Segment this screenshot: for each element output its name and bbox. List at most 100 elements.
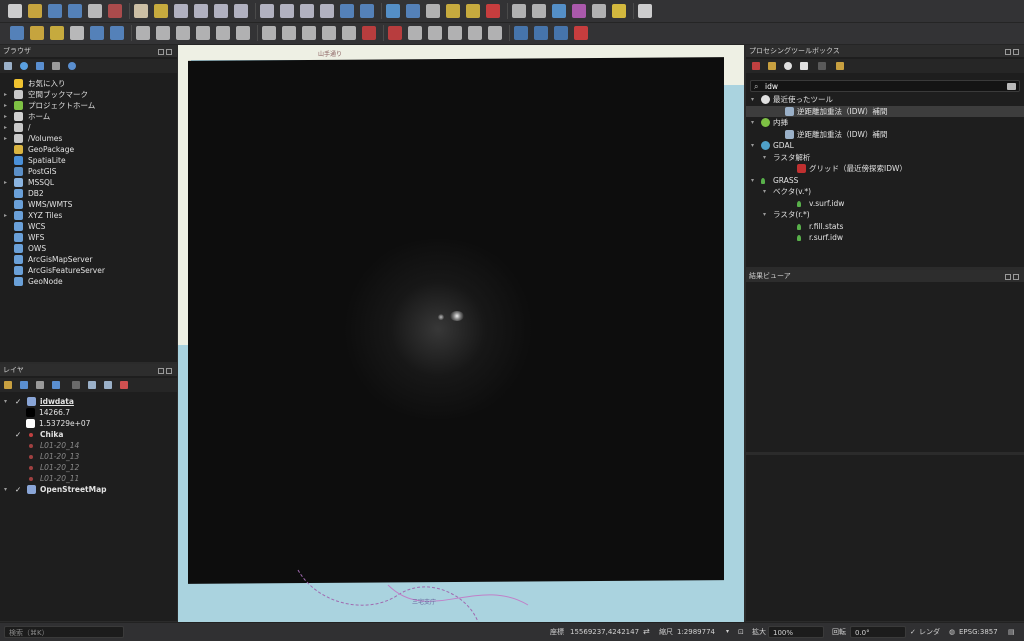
expand-arrow-icon[interactable]: ▾ [763,152,766,163]
layer-item[interactable]: ▾ ✓ idwdata [0,396,177,407]
float-icon[interactable] [158,49,164,55]
browser-item[interactable]: ▸ / [0,122,177,133]
panel-controls[interactable] [1003,272,1021,280]
processing-item[interactable]: r.surf.idw [746,232,1024,243]
plugin-icon[interactable] [534,26,548,40]
statistics-icon[interactable] [572,4,586,18]
print-layout-icon[interactable] [88,4,102,18]
panel-controls[interactable] [1003,47,1021,55]
undo-icon[interactable] [302,26,316,40]
browser-item[interactable]: WMS/WMTS [0,199,177,210]
edit-features-icon[interactable] [818,62,826,70]
layer-item[interactable]: L01-20_13 [0,451,177,462]
browser-item[interactable]: ▸ MSSQL [0,177,177,188]
zoom-selection-icon[interactable] [234,4,248,18]
browser-item[interactable]: ▸ ホーム [0,111,177,122]
layer-item[interactable]: ▾ ✓ OpenStreetMap [0,484,177,495]
options-icon[interactable] [836,62,844,70]
zoom-last-icon[interactable] [300,4,314,18]
layer-item[interactable]: ✓ Chika [0,429,177,440]
refresh-icon[interactable] [20,62,28,70]
digitize-icon[interactable] [50,26,64,40]
layer-visibility-checkbox[interactable]: ✓ [15,484,21,495]
processing-item[interactable]: ▾ 最近使ったツール [746,94,1024,105]
expand-arrow-icon[interactable]: ▸ [4,100,7,111]
vector-icon[interactable] [110,26,124,40]
layer-visibility-checkbox[interactable]: ✓ [15,396,21,407]
expand-arrow-icon[interactable]: ▾ [751,94,754,105]
expand-all-icon[interactable] [88,381,96,389]
browser-item[interactable]: ▸ XYZ Tiles [0,210,177,221]
style-icon[interactable] [4,381,12,389]
expand-arrow-icon[interactable]: ▾ [751,140,754,151]
lock-scale-icon[interactable]: ⊡ [738,626,744,638]
show-hide-labels-icon[interactable] [428,26,442,40]
vertex-tool-icon[interactable] [196,26,210,40]
browser-item[interactable]: OWS [0,243,177,254]
processing-gear-icon[interactable] [552,4,566,18]
copy-icon[interactable] [262,26,276,40]
clear-search-icon[interactable] [1007,83,1016,90]
virtual-layer-icon[interactable] [70,26,84,40]
browser-item[interactable]: ▸ プロジェクトホーム [0,100,177,111]
browser-item[interactable]: ▸ 空間ブックマーク [0,89,177,100]
pin-label-icon[interactable] [408,26,422,40]
close-icon[interactable] [166,49,172,55]
pan-icon[interactable] [134,4,148,18]
zoom-out-icon[interactable] [194,4,208,18]
browser-item[interactable]: GeoNode [0,276,177,287]
close-icon[interactable] [1013,274,1019,280]
label-abc2-icon[interactable] [388,26,402,40]
layer-item[interactable]: L01-20_12 [0,462,177,473]
zoom-native-icon[interactable] [280,4,294,18]
float-icon[interactable] [1005,274,1011,280]
expand-arrow-icon[interactable]: ▾ [751,175,754,186]
add-selected-icon[interactable] [4,62,12,70]
rotate-label-icon[interactable] [468,26,482,40]
browser-item[interactable]: WFS [0,232,177,243]
results-icon[interactable] [800,62,808,70]
expand-arrow-icon[interactable]: ▾ [763,186,766,197]
select-value-icon[interactable] [466,4,480,18]
layer-visibility-checkbox[interactable]: ✓ [15,429,21,440]
browser-item[interactable]: DB2 [0,188,177,199]
zoom-layer-icon[interactable] [260,4,274,18]
add-feature-icon[interactable] [176,26,190,40]
messages-icon[interactable]: ▤ [1008,626,1015,638]
filter-icon[interactable] [52,381,60,389]
identify-icon[interactable] [406,4,420,18]
expand-arrow-icon[interactable]: ▸ [4,210,7,221]
scripts-icon[interactable] [768,62,776,70]
deselect-icon[interactable] [486,4,500,18]
processing-item[interactable]: ▾ ベクタ(v.*) [746,186,1024,197]
browser-item[interactable]: ArcGisFeatureServer [0,265,177,276]
processing-item[interactable]: ▾ GRASS [746,175,1024,186]
remove-layer-icon[interactable] [120,381,128,389]
pan-to-selection-icon[interactable] [154,4,168,18]
zoom-next-icon[interactable] [320,4,334,18]
panel-controls[interactable] [156,47,174,55]
add-group-icon[interactable] [20,381,28,389]
crs-globe-icon[interactable]: ◍ [949,626,955,638]
new-map-view-icon[interactable] [340,4,354,18]
close-icon[interactable] [166,368,172,374]
expand-arrow-icon[interactable]: ▸ [4,89,7,100]
processing-item[interactable]: 逆距離加重法（IDW）補間 [746,129,1024,140]
temp-layer-icon[interactable] [90,26,104,40]
expand-arrow-icon[interactable]: ▸ [4,111,7,122]
processing-item[interactable]: r.fill.stats [746,221,1024,232]
record-icon[interactable] [574,26,588,40]
paste-icon[interactable] [282,26,296,40]
render-checkbox[interactable]: ✓ [910,626,916,638]
cut-icon[interactable] [236,26,250,40]
layer-item[interactable]: 1.53729e+07 [0,418,177,429]
scale-value[interactable]: 1:2989774 [677,626,715,638]
expand-icon[interactable] [72,381,80,389]
redo-icon[interactable] [322,26,336,40]
save-project-icon[interactable] [48,4,62,18]
change-label-icon[interactable] [488,26,502,40]
processing-item[interactable]: グリッド（最近傍探索IDW） [746,163,1024,174]
close-icon[interactable] [1013,49,1019,55]
browser-item[interactable]: お気に入り [0,78,177,89]
processing-item[interactable]: ▾ 内挿 [746,117,1024,128]
